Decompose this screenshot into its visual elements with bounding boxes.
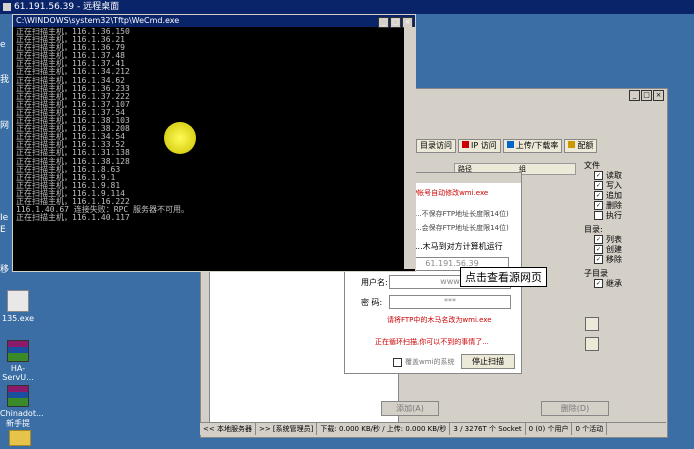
sub-group-label: 子目录	[584, 269, 608, 278]
ftp-tabs: 目录访问 IP 访问 上传/下载率 配额	[416, 139, 599, 153]
stop-scan-button[interactable]: 停止扫描	[461, 354, 515, 369]
ip-icon	[462, 141, 469, 148]
password-label: 密 码:	[361, 298, 383, 307]
desktop-edge-label: 我	[0, 75, 10, 85]
checkbox-create[interactable]: ✓	[594, 245, 603, 254]
delete-dir-button[interactable]: 删除(D)	[541, 401, 609, 416]
checkbox-inherit[interactable]: ✓	[594, 279, 603, 288]
quota-icon	[568, 141, 576, 148]
desktop-icon-label: HA-ServU...	[2, 364, 34, 382]
checkbox-delete[interactable]: ✓	[594, 201, 603, 210]
status-users: 0 (0) 个用户	[526, 423, 573, 435]
opt-inherit: 继承	[606, 279, 622, 288]
dialog-scanning: 正在循环扫描,你可以不到的事情了...	[375, 338, 489, 346]
desktop-icon-folder[interactable]	[2, 430, 38, 448]
username-label: 用户名:	[361, 278, 388, 287]
remote-desktop-icon	[3, 2, 11, 11]
status-admin: >> [系统管理员]	[256, 423, 318, 435]
minimize-icon[interactable]: _	[378, 17, 389, 28]
dialog-opt1[interactable]: ...不保存FTP地址长度限14位)	[415, 209, 509, 219]
rar-icon	[7, 340, 29, 362]
checkbox-read[interactable]: ✓	[594, 171, 603, 180]
cmd-titlebar[interactable]: C:\WINDOWS\system32\Tftp\WeCmd.exe _ □ ×	[13, 15, 415, 28]
checkbox-append[interactable]: ✓	[594, 191, 603, 200]
opt-write: 写入	[606, 181, 622, 190]
minimize-icon[interactable]: _	[629, 90, 640, 101]
permission-options: 文件 ✓ 读取 ✓ 写入 ✓ 追加 ✓ 删除 执行 目录: ✓ 列表 ✓ 创建 ✓ 移除 子目…	[584, 161, 622, 289]
status-server: << 本地服务器	[200, 423, 256, 435]
checkbox-exec[interactable]	[594, 211, 603, 220]
opt-delete: 删除	[606, 201, 622, 210]
desktop-edge-label: 网	[0, 121, 10, 131]
checkbox-remove[interactable]: ✓	[594, 255, 603, 264]
ftp-statusbar: << 本地服务器 >> [系统管理员] 下载: 0.000 KB/秒 / 上传: 0…	[200, 422, 666, 435]
desktop-icon-servu[interactable]: HA-ServU...	[0, 340, 36, 382]
status-socket: 3 / 3276T 个 Socket	[450, 423, 526, 435]
view-source-tooltip[interactable]: 点击查看源网页	[460, 267, 547, 287]
opt-exec: 执行	[606, 211, 622, 220]
dialog-note: 请将FTP中的木马名改为wmi.exe	[387, 316, 492, 324]
maximize-icon[interactable]: □	[390, 17, 401, 28]
tab-ratio[interactable]: 上传/下载率	[502, 139, 563, 153]
cmd-scrollbar[interactable]	[404, 27, 415, 269]
desktop-edge-label: E	[0, 225, 6, 235]
opt-list: 列表	[606, 235, 622, 244]
checkbox-write[interactable]: ✓	[594, 181, 603, 190]
folder-icon	[9, 430, 31, 446]
opt-append: 追加	[606, 191, 622, 200]
rar-icon	[7, 385, 29, 407]
close-icon[interactable]: ×	[653, 90, 664, 101]
opt-read: 读取	[606, 171, 622, 180]
transfer-icon	[506, 141, 514, 148]
tab-quota[interactable]: 配额	[564, 139, 598, 153]
desktop-icon-label: 135.exe	[1, 314, 34, 323]
move-up-button[interactable]	[585, 317, 599, 331]
cmd-window: C:\WINDOWS\system32\Tftp\WeCmd.exe _ □ × 正…	[12, 14, 416, 272]
cmd-line: 正在扫描主机，116.1.40.117	[16, 213, 130, 223]
desktop-icon-135exe[interactable]: 135.exe	[0, 290, 36, 323]
cmd-output[interactable]: 正在扫描主机，116.1.36.150 正在扫描主机，116.1.36.21 正在扫…	[16, 28, 402, 268]
opt-remove: 移除	[606, 255, 622, 264]
tab-ip-access[interactable]: IP 访问	[458, 139, 501, 153]
maximize-icon[interactable]: □	[641, 90, 652, 101]
password-field[interactable]: ***	[389, 295, 511, 309]
checkbox-list[interactable]: ✓	[594, 235, 603, 244]
file-group-label: 文件	[584, 161, 600, 170]
desktop-edge-label: Ie	[0, 213, 9, 223]
tab-dir-access[interactable]: 目录访问	[416, 139, 456, 153]
move-down-button[interactable]	[585, 337, 599, 351]
overwrite-label: 覆盖wmi的系统	[405, 358, 455, 366]
cursor-highlight	[164, 122, 196, 154]
remote-desktop-title: 61.191.56.39 - 远程桌面	[14, 2, 120, 12]
desktop-edge-label: 移	[0, 265, 10, 275]
checkbox-overwrite[interactable]	[393, 357, 402, 367]
desktop-edge-label: e	[0, 40, 6, 50]
exe-icon	[7, 290, 29, 312]
dialog-opt2[interactable]: ...会保存FTP地址长度限14位)	[415, 223, 509, 233]
dir-group-label: 目录:	[584, 225, 603, 234]
remote-desktop-titlebar[interactable]: 61.191.56.39 - 远程桌面	[0, 0, 694, 14]
add-dir-button[interactable]: 添加(A)	[381, 401, 439, 416]
status-speed: 下载: 0.000 KB/秒 / 上传: 0.000 KB/秒	[317, 423, 451, 435]
opt-create: 创建	[606, 245, 622, 254]
dialog-hint: ...木马到对方计算机运行	[415, 242, 503, 251]
status-active: 0 个活动	[572, 423, 608, 435]
cmd-title: C:\WINDOWS\system32\Tftp\WeCmd.exe	[16, 16, 180, 25]
